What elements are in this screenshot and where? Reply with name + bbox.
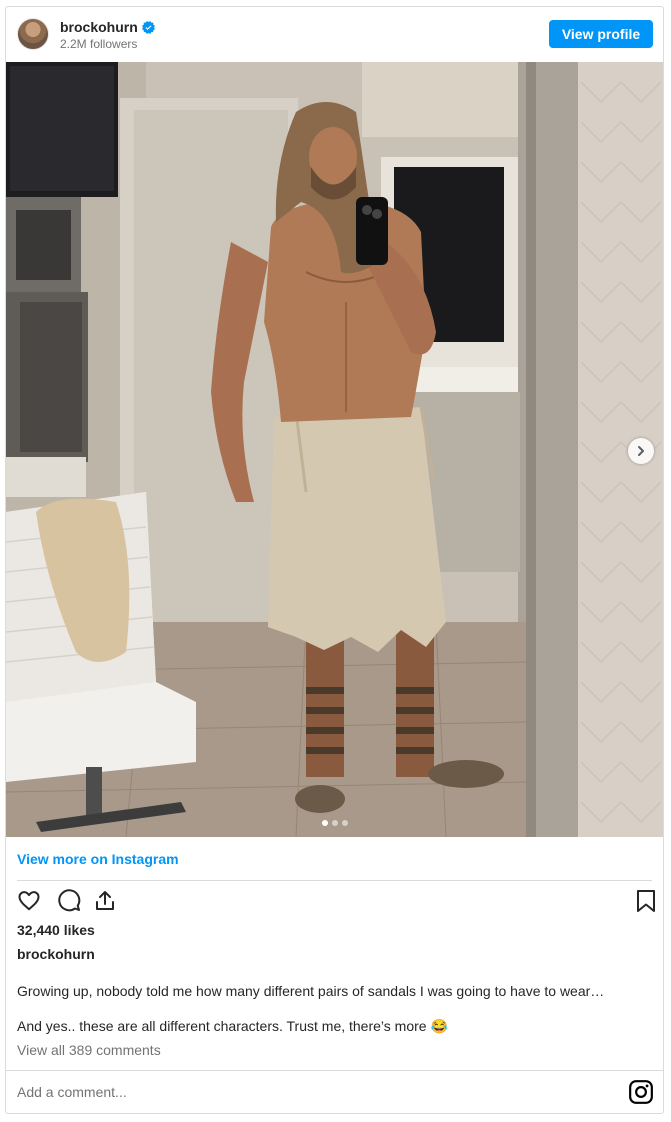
post-photo[interactable]	[6, 62, 663, 837]
caption-text-continued: And yes.. these are all different charac…	[17, 1018, 448, 1034]
action-bar	[15, 887, 655, 917]
like-count[interactable]: 32,440 likes	[17, 922, 95, 938]
divider	[6, 1070, 663, 1071]
carousel-dot	[322, 820, 328, 826]
instagram-embed-card: brockohurn 2.2M followers View profile V…	[5, 6, 664, 1114]
instagram-icon[interactable]	[628, 1079, 654, 1105]
caption-text: Growing up, nobody told me how many diff…	[17, 983, 605, 999]
share-icon[interactable]	[91, 887, 119, 915]
view-profile-button[interactable]: View profile	[549, 20, 653, 48]
username-row: brockohurn	[60, 19, 155, 35]
photo-illustration	[6, 62, 663, 837]
chevron-right-icon	[638, 446, 644, 456]
view-more-link[interactable]: View more on Instagram	[17, 851, 179, 867]
carousel-dot	[342, 820, 348, 826]
divider	[17, 880, 652, 881]
add-comment-input[interactable]: Add a comment...	[17, 1084, 127, 1100]
verified-badge-icon	[141, 20, 155, 34]
caption-author[interactable]: brockohurn	[17, 946, 95, 962]
bookmark-icon[interactable]	[632, 887, 660, 915]
next-slide-button[interactable]	[628, 438, 654, 464]
post-header: brockohurn 2.2M followers View profile	[6, 7, 663, 62]
avatar[interactable]	[17, 18, 49, 50]
view-comments-link[interactable]: View all 389 comments	[17, 1042, 161, 1058]
username[interactable]: brockohurn	[60, 19, 138, 35]
comment-icon[interactable]	[55, 887, 83, 915]
carousel-dot	[332, 820, 338, 826]
heart-icon[interactable]	[15, 887, 43, 915]
carousel-indicator	[322, 820, 348, 826]
follower-count: 2.2M followers	[60, 37, 138, 51]
